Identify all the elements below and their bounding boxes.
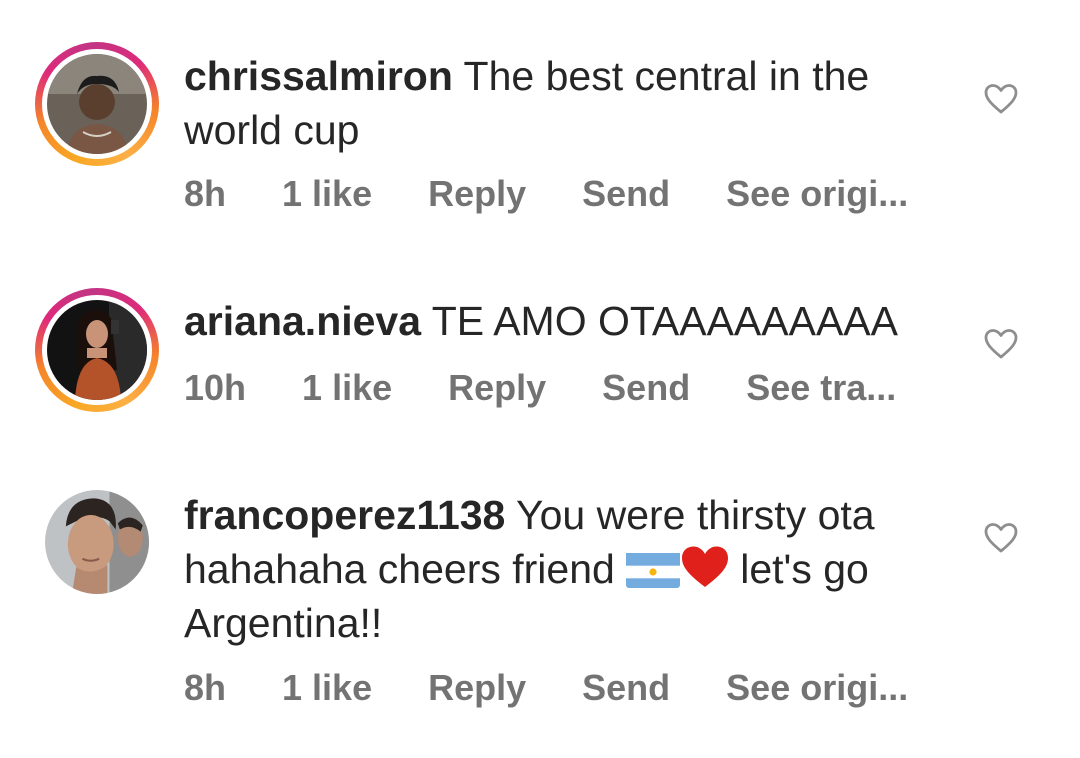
comment-body: TE AMO OTAAAAAAAAA [431, 298, 899, 344]
reply-button[interactable]: Reply [428, 667, 526, 709]
comment-likes[interactable]: 1 like [282, 667, 372, 709]
comment-actions: 8h 1 like Reply Send See origi... [184, 667, 908, 709]
comment-text: francoperez1138 You were thirsty ota hah… [184, 488, 944, 650]
avatar[interactable] [35, 490, 159, 614]
comment-likes[interactable]: 1 like [282, 173, 372, 215]
comment-actions: 10h 1 like Reply Send See tra... [184, 367, 896, 409]
send-button[interactable]: Send [582, 173, 670, 215]
avatar-image [45, 490, 149, 594]
like-heart-icon[interactable] [984, 83, 1018, 115]
see-translation-button[interactable]: See tra... [746, 367, 896, 409]
comment-username[interactable]: chrissalmiron [184, 53, 453, 99]
like-heart-icon[interactable] [984, 522, 1018, 554]
comment-username[interactable]: francoperez1138 [184, 492, 505, 538]
comment-username[interactable]: ariana.nieva [184, 298, 421, 344]
comment-time: 8h [184, 667, 227, 708]
comment-time: 10h [184, 367, 247, 408]
avatar-story-ring[interactable] [35, 288, 159, 412]
avatar [47, 300, 147, 400]
see-original-button[interactable]: See origi... [726, 173, 908, 215]
avatar [47, 54, 147, 154]
argentina-flag-icon [626, 550, 681, 588]
comment-time: 8h [184, 173, 227, 214]
reply-button[interactable]: Reply [448, 367, 546, 409]
comment-actions: 8h 1 like Reply Send See origi... [184, 173, 908, 215]
send-button[interactable]: Send [602, 367, 690, 409]
comment-text: ariana.nieva TE AMO OTAAAAAAAAA [184, 294, 944, 348]
avatar-story-ring[interactable] [35, 42, 159, 166]
comment-text: chrissalmiron The best central in the wo… [184, 49, 944, 157]
like-heart-icon[interactable] [984, 328, 1018, 360]
comment-likes[interactable]: 1 like [302, 367, 392, 409]
reply-button[interactable]: Reply [428, 173, 526, 215]
send-button[interactable]: Send [582, 667, 670, 709]
red-heart-icon [680, 545, 730, 589]
see-original-button[interactable]: See origi... [726, 667, 908, 709]
